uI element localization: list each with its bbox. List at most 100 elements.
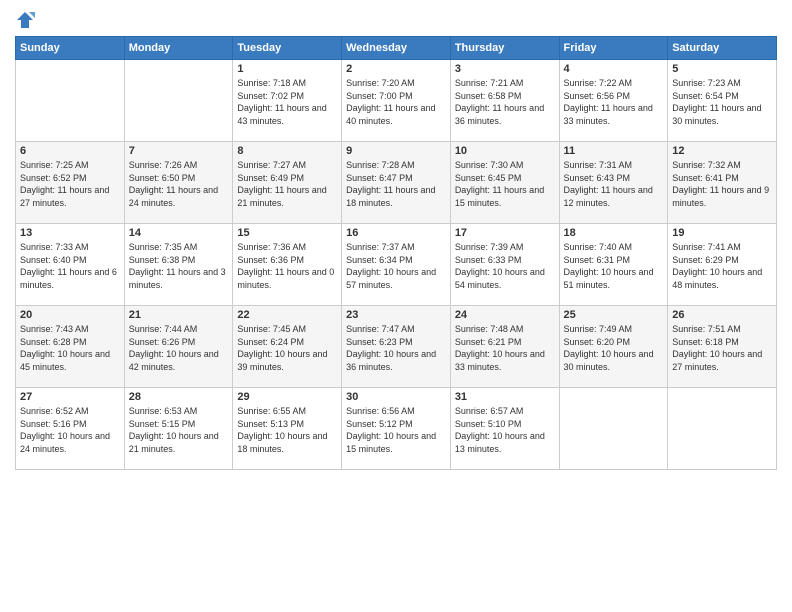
day-number: 9: [346, 145, 446, 157]
weekday-header-sunday: Sunday: [16, 37, 125, 60]
week-row-3: 13 Sunrise: 7:33 AMSunset: 6:40 PMDayligh…: [16, 224, 777, 306]
logo: [15, 10, 39, 30]
day-number: 10: [455, 145, 555, 157]
day-number: 12: [672, 145, 772, 157]
calendar-cell: 1 Sunrise: 7:18 AMSunset: 7:02 PMDaylight…: [233, 60, 342, 142]
weekday-header-row: SundayMondayTuesdayWednesdayThursdayFrid…: [16, 37, 777, 60]
calendar-cell: 20Sunrise: 7:43 AMSunset: 6:28 PMDayligh…: [16, 306, 125, 388]
day-number: 27: [20, 391, 120, 403]
calendar-cell: [668, 388, 777, 470]
day-number: 17: [455, 227, 555, 239]
day-info: Sunrise: 7:22 AMSunset: 6:56 PMDaylight:…: [564, 77, 664, 127]
day-number: 23: [346, 309, 446, 321]
calendar-cell: 31Sunrise: 6:57 AMSunset: 5:10 PMDayligh…: [450, 388, 559, 470]
day-number: 21: [129, 309, 229, 321]
day-info: Sunrise: 7:36 AMSunset: 6:36 PMDaylight:…: [237, 241, 337, 291]
weekday-header-wednesday: Wednesday: [342, 37, 451, 60]
weekday-header-monday: Monday: [124, 37, 233, 60]
day-info: Sunrise: 6:52 AMSunset: 5:16 PMDaylight:…: [20, 405, 120, 455]
day-info: Sunrise: 7:48 AMSunset: 6:21 PMDaylight:…: [455, 323, 555, 373]
day-number: 16: [346, 227, 446, 239]
day-info: Sunrise: 6:55 AMSunset: 5:13 PMDaylight:…: [237, 405, 337, 455]
calendar-cell: 27 Sunrise: 6:52 AMSunset: 5:16 PMDayligh…: [16, 388, 125, 470]
calendar-cell: 2 Sunrise: 7:20 AMSunset: 7:00 PMDaylight…: [342, 60, 451, 142]
day-number: 8: [237, 145, 337, 157]
calendar-table: SundayMondayTuesdayWednesdayThursdayFrid…: [15, 36, 777, 470]
day-info: Sunrise: 7:32 AMSunset: 6:41 PMDaylight:…: [672, 159, 772, 209]
week-row-1: 1 Sunrise: 7:18 AMSunset: 7:02 PMDaylight…: [16, 60, 777, 142]
day-info: Sunrise: 7:30 AMSunset: 6:45 PMDaylight:…: [455, 159, 555, 209]
day-info: Sunrise: 7:35 AMSunset: 6:38 PMDaylight:…: [129, 241, 229, 291]
day-info: Sunrise: 7:28 AMSunset: 6:47 PMDaylight:…: [346, 159, 446, 209]
calendar-cell: 6 Sunrise: 7:25 AMSunset: 6:52 PMDaylight…: [16, 142, 125, 224]
day-info: Sunrise: 7:31 AMSunset: 6:43 PMDaylight:…: [564, 159, 664, 209]
calendar-cell: 16Sunrise: 7:37 AMSunset: 6:34 PMDayligh…: [342, 224, 451, 306]
week-row-2: 6 Sunrise: 7:25 AMSunset: 6:52 PMDaylight…: [16, 142, 777, 224]
day-info: Sunrise: 6:53 AMSunset: 5:15 PMDaylight:…: [129, 405, 229, 455]
day-info: Sunrise: 7:43 AMSunset: 6:28 PMDaylight:…: [20, 323, 120, 373]
day-info: Sunrise: 7:33 AMSunset: 6:40 PMDaylight:…: [20, 241, 120, 291]
day-info: Sunrise: 7:39 AMSunset: 6:33 PMDaylight:…: [455, 241, 555, 291]
day-number: 19: [672, 227, 772, 239]
calendar-cell: 9 Sunrise: 7:28 AMSunset: 6:47 PMDaylight…: [342, 142, 451, 224]
day-number: 28: [129, 391, 229, 403]
week-row-4: 20Sunrise: 7:43 AMSunset: 6:28 PMDayligh…: [16, 306, 777, 388]
calendar-cell: 5Sunrise: 7:23 AMSunset: 6:54 PMDaylight…: [668, 60, 777, 142]
day-info: Sunrise: 6:57 AMSunset: 5:10 PMDaylight:…: [455, 405, 555, 455]
day-number: 1: [237, 63, 337, 75]
calendar-cell: 25 Sunrise: 7:49 AMSunset: 6:20 PMDayligh…: [559, 306, 668, 388]
calendar-cell: 4 Sunrise: 7:22 AMSunset: 6:56 PMDaylight…: [559, 60, 668, 142]
calendar-cell: 28 Sunrise: 6:53 AMSunset: 5:15 PMDayligh…: [124, 388, 233, 470]
day-info: Sunrise: 7:40 AMSunset: 6:31 PMDaylight:…: [564, 241, 664, 291]
day-number: 3: [455, 63, 555, 75]
calendar-cell: [124, 60, 233, 142]
day-number: 29: [237, 391, 337, 403]
calendar-cell: 19 Sunrise: 7:41 AMSunset: 6:29 PMDayligh…: [668, 224, 777, 306]
week-row-5: 27 Sunrise: 6:52 AMSunset: 5:16 PMDayligh…: [16, 388, 777, 470]
day-number: 4: [564, 63, 664, 75]
calendar-cell: [559, 388, 668, 470]
calendar-cell: 3 Sunrise: 7:21 AMSunset: 6:58 PMDaylight…: [450, 60, 559, 142]
day-info: Sunrise: 7:27 AMSunset: 6:49 PMDaylight:…: [237, 159, 337, 209]
weekday-header-thursday: Thursday: [450, 37, 559, 60]
weekday-header-friday: Friday: [559, 37, 668, 60]
day-number: 5: [672, 63, 772, 75]
day-number: 11: [564, 145, 664, 157]
day-number: 25: [564, 309, 664, 321]
day-info: Sunrise: 7:21 AMSunset: 6:58 PMDaylight:…: [455, 77, 555, 127]
day-number: 26: [672, 309, 772, 321]
day-info: Sunrise: 7:25 AMSunset: 6:52 PMDaylight:…: [20, 159, 120, 209]
day-number: 18: [564, 227, 664, 239]
calendar-cell: 26Sunrise: 7:51 AMSunset: 6:18 PMDayligh…: [668, 306, 777, 388]
day-info: Sunrise: 7:18 AMSunset: 7:02 PMDaylight:…: [237, 77, 337, 127]
calendar-cell: 21 Sunrise: 7:44 AMSunset: 6:26 PMDayligh…: [124, 306, 233, 388]
calendar-cell: [16, 60, 125, 142]
day-number: 13: [20, 227, 120, 239]
calendar-cell: 13 Sunrise: 7:33 AMSunset: 6:40 PMDayligh…: [16, 224, 125, 306]
calendar-cell: 11 Sunrise: 7:31 AMSunset: 6:43 PMDayligh…: [559, 142, 668, 224]
day-number: 6: [20, 145, 120, 157]
calendar-cell: 17 Sunrise: 7:39 AMSunset: 6:33 PMDayligh…: [450, 224, 559, 306]
day-info: Sunrise: 7:41 AMSunset: 6:29 PMDaylight:…: [672, 241, 772, 291]
calendar-cell: 15 Sunrise: 7:36 AMSunset: 6:36 PMDayligh…: [233, 224, 342, 306]
day-info: Sunrise: 7:20 AMSunset: 7:00 PMDaylight:…: [346, 77, 446, 127]
calendar-cell: 29 Sunrise: 6:55 AMSunset: 5:13 PMDayligh…: [233, 388, 342, 470]
calendar-cell: 10 Sunrise: 7:30 AMSunset: 6:45 PMDayligh…: [450, 142, 559, 224]
day-info: Sunrise: 7:44 AMSunset: 6:26 PMDaylight:…: [129, 323, 229, 373]
day-number: 2: [346, 63, 446, 75]
day-info: Sunrise: 7:47 AMSunset: 6:23 PMDaylight:…: [346, 323, 446, 373]
day-number: 24: [455, 309, 555, 321]
calendar-page: SundayMondayTuesdayWednesdayThursdayFrid…: [0, 0, 792, 612]
day-number: 14: [129, 227, 229, 239]
day-number: 30: [346, 391, 446, 403]
day-info: Sunrise: 7:49 AMSunset: 6:20 PMDaylight:…: [564, 323, 664, 373]
calendar-cell: 14 Sunrise: 7:35 AMSunset: 6:38 PMDayligh…: [124, 224, 233, 306]
header: [15, 10, 777, 30]
day-info: Sunrise: 7:26 AMSunset: 6:50 PMDaylight:…: [129, 159, 229, 209]
calendar-cell: 7Sunrise: 7:26 AMSunset: 6:50 PMDaylight…: [124, 142, 233, 224]
calendar-cell: 18 Sunrise: 7:40 AMSunset: 6:31 PMDayligh…: [559, 224, 668, 306]
day-info: Sunrise: 7:45 AMSunset: 6:24 PMDaylight:…: [237, 323, 337, 373]
day-number: 15: [237, 227, 337, 239]
calendar-cell: 30Sunrise: 6:56 AMSunset: 5:12 PMDayligh…: [342, 388, 451, 470]
weekday-header-tuesday: Tuesday: [233, 37, 342, 60]
